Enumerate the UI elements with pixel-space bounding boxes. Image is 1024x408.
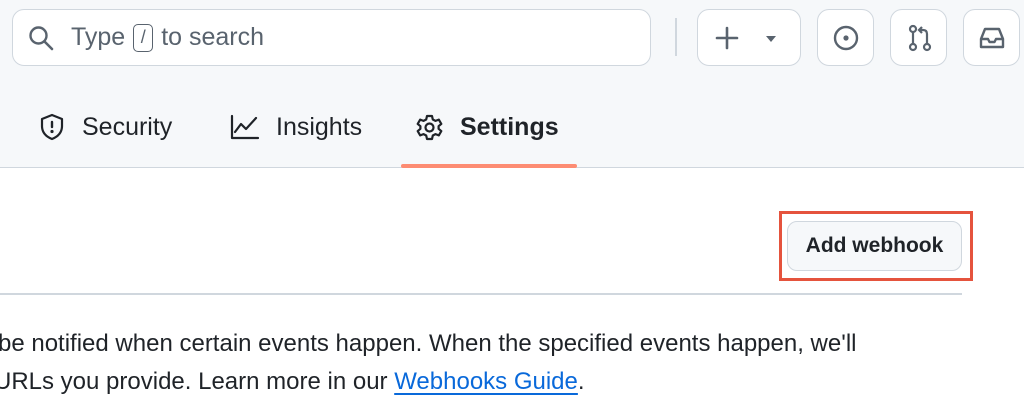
git-pull-request-icon [908,24,932,52]
header-divider [675,18,677,56]
plus-icon [715,26,739,50]
tab-settings-label: Settings [460,112,559,141]
repo-header: Type / to search Security Insights Setti… [0,0,1024,168]
tab-security-label: Security [82,112,173,141]
highlight-box [779,211,973,281]
triangle-down-icon [766,36,776,42]
description-line-1: be notified when certain events happen. … [0,330,857,357]
tab-insights[interactable]: Insights [229,100,362,154]
search-placeholder-prefix: Type [71,23,126,51]
description-line-2: URLs you provide. Learn more in our Webh… [0,363,1024,401]
issues-button[interactable] [817,9,874,66]
tab-security[interactable]: Security [38,100,172,154]
gear-icon [416,114,443,140]
description-line-2-text: URLs you provide. Learn more in our [0,368,395,395]
create-new-button[interactable] [697,9,801,66]
section-divider [0,293,962,295]
tab-settings[interactable]: Settings [415,100,559,154]
inbox-icon [979,27,1005,49]
webhooks-guide-link[interactable]: Webhooks Guide [394,368,578,395]
search-shortcut-key: / [133,23,154,52]
inbox-button[interactable] [963,9,1020,66]
description-line-2-end: . [577,368,585,395]
issue-opened-icon [833,25,859,51]
active-tab-indicator [401,164,577,168]
search-placeholder-suffix: to search [161,23,265,51]
pull-requests-button[interactable] [890,9,947,66]
search-input[interactable]: Type / to search [12,9,651,66]
tab-insights-label: Insights [276,112,363,141]
search-icon [29,26,54,51]
shield-icon [40,113,64,141]
graph-icon [230,114,260,140]
webhooks-description: be notified when certain events happen. … [0,325,1024,401]
